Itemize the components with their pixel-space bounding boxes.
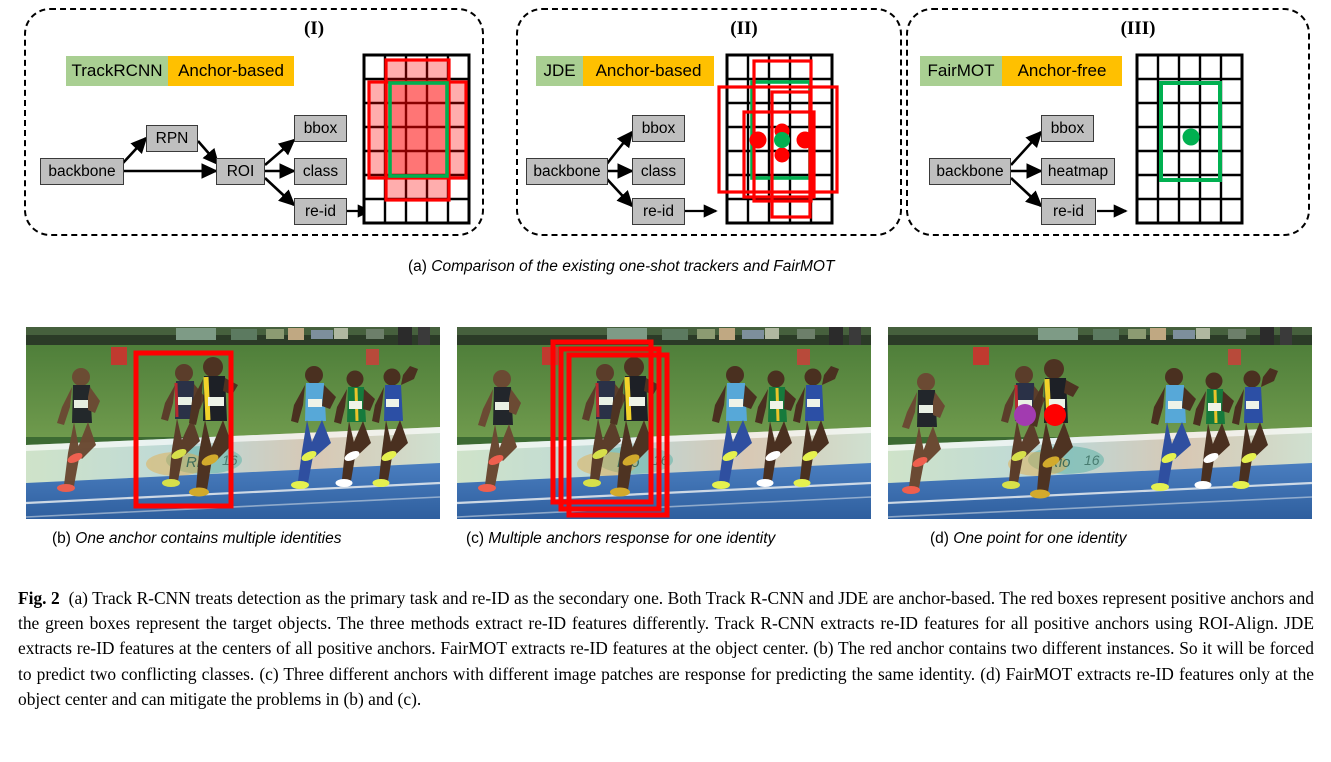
- subcaption-d: (d) One point for one identity: [930, 530, 1126, 548]
- panel-trackrcnn: (I) TrackRCNN Anchor-based backbone RPN …: [24, 8, 484, 236]
- figure-label: Fig. 2: [18, 588, 60, 608]
- panel-fairmot: (III) FairMOT Anchor-free backbone bbox …: [906, 8, 1310, 236]
- photo-d: Rio 16: [888, 327, 1312, 519]
- photo-c: Rio 16: [457, 327, 871, 519]
- red-center-point: [1044, 404, 1066, 426]
- red-center-point: [749, 131, 767, 149]
- panel-jde: (II) JDE Anchor-based backbone bbox clas…: [516, 8, 902, 236]
- subcaption-c-text: Multiple anchors response for one identi…: [488, 530, 776, 547]
- panel-3-feature-map: [1124, 50, 1274, 228]
- panel-2-node-bbox: bbox: [632, 115, 685, 142]
- panel-1-node-backbone: backbone: [40, 158, 124, 185]
- subcaption-b-tag: (b): [52, 530, 71, 547]
- red-center-point: [796, 131, 814, 149]
- panel-2-feature-map: [714, 50, 864, 228]
- red-anchor-box: [367, 80, 468, 180]
- panel-3-node-heatmap: heatmap: [1041, 158, 1115, 185]
- subcaption-a: (a) Comparison of the existing one-shot …: [408, 258, 834, 276]
- svg-text:16: 16: [1084, 452, 1100, 468]
- panel-3-node-bbox: bbox: [1041, 115, 1094, 142]
- green-center-point: [774, 132, 790, 148]
- panel-1-node-class: class: [294, 158, 347, 185]
- panel-1-node-rpn: RPN: [146, 125, 198, 152]
- subcaption-b-text: One anchor contains multiple identities: [75, 530, 342, 547]
- panel-2-node-reid: re-id: [632, 198, 685, 225]
- figure-caption-text: (a) Track R-CNN treats detection as the …: [18, 588, 1315, 709]
- panel-1-node-reid: re-id: [294, 198, 347, 225]
- panel-1-node-roi: ROI: [216, 158, 265, 185]
- panel-2-node-class: class: [632, 158, 685, 185]
- subcaption-d-tag: (d): [930, 530, 949, 547]
- panel-3-node-backbone: backbone: [929, 158, 1011, 185]
- photo-b-canvas: Rio 16: [26, 327, 440, 519]
- figure-2: (I) TrackRCNN Anchor-based backbone RPN …: [0, 0, 1331, 762]
- purple-center-point: [1014, 404, 1036, 426]
- photo-b: Rio 16: [26, 327, 440, 519]
- panel-3-node-reid: re-id: [1041, 198, 1096, 225]
- subcaption-a-text: Comparison of the existing one-shot trac…: [431, 258, 835, 275]
- panel-row-a: (I) TrackRCNN Anchor-based backbone RPN …: [0, 8, 1331, 246]
- red-center-point: [774, 147, 790, 163]
- subcaption-b: (b) One anchor contains multiple identit…: [52, 530, 342, 548]
- green-center-point: [1182, 128, 1200, 146]
- subcaption-c: (c) Multiple anchors response for one id…: [466, 530, 775, 548]
- panel-1-feature-map: [343, 50, 473, 225]
- figure-caption: Fig. 2 (a) Track R-CNN treats detection …: [18, 586, 1314, 712]
- panel-2-node-backbone: backbone: [526, 158, 608, 185]
- subcaption-a-tag: (a): [408, 258, 427, 275]
- subcaption-d-text: One point for one identity: [953, 530, 1127, 547]
- subcaption-c-tag: (c): [466, 530, 485, 547]
- panel-1-node-bbox: bbox: [294, 115, 347, 142]
- photo-c-canvas: Rio 16: [457, 327, 871, 519]
- photo-d-canvas: Rio 16: [888, 327, 1312, 519]
